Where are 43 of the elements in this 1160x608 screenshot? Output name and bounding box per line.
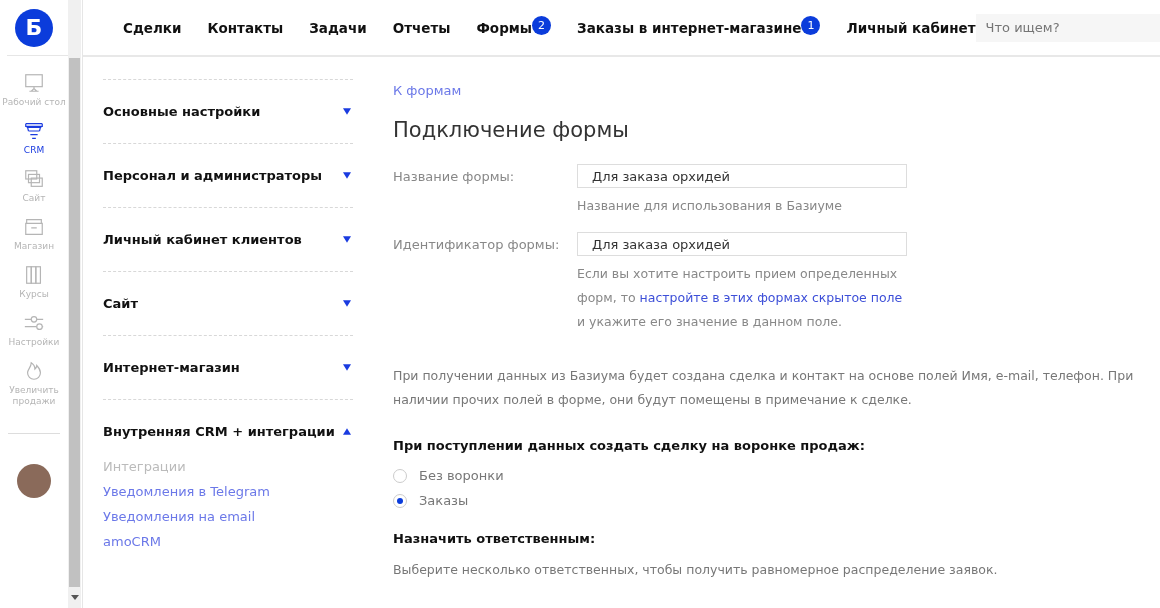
nav-link[interactable]: Контакты: [207, 19, 284, 36]
section-header[interactable]: Сайт: [103, 296, 353, 311]
back-link[interactable]: К формам: [393, 83, 462, 98]
windows-icon: [23, 168, 45, 190]
section-header[interactable]: Личный кабинет клиентов: [103, 232, 353, 247]
logo[interactable]: Б: [15, 8, 53, 47]
hidden-field-link[interactable]: настройте в этих формах скрытое поле: [639, 290, 903, 305]
field-label: Название формы:: [393, 168, 516, 186]
count-badge: 2: [532, 15, 552, 35]
section-header[interactable]: Интернет-магазин: [103, 360, 353, 375]
rail-item[interactable]: CRM: [0, 120, 68, 156]
funnel-icon: [23, 120, 45, 142]
section-header[interactable]: Персонал и администраторы: [103, 168, 353, 183]
page-title: Подключение формы: [393, 118, 629, 142]
text-field[interactable]: Для заказа орхидей: [577, 164, 907, 188]
section-header[interactable]: Основные настройки: [103, 104, 353, 119]
nav-link[interactable]: Формы: [476, 19, 533, 36]
settings-link[interactable]: Уведомления в Telegram: [103, 484, 353, 499]
field-label: Идентификатор формы:: [393, 236, 561, 254]
field-hint: Название для использования в Базиуме: [577, 197, 843, 215]
section-header[interactable]: Внутренняя CRM + интеграции: [103, 424, 353, 439]
nav-link[interactable]: Задачи: [309, 19, 367, 36]
settings-link[interactable]: Уведомления на email: [103, 509, 353, 524]
funnel-option[interactable]: Без воронки: [393, 463, 504, 488]
nav-link[interactable]: Заказы в интернет-магазине: [577, 19, 802, 36]
field-hint: Если вы хотите настроить прием определенных форм, то настройте в этих формах скрытое поле и укажите его значение в данном поле.: [577, 265, 904, 331]
info-text: При получении данных из Базиума будет создана сделка и контакт на основе полей Имя, e-mail, телефон. При наличии прочих полей в форме, они будут помещены в примечание к сделке.: [393, 367, 1135, 409]
count-badge: 1: [801, 15, 821, 35]
drawer-icon: [23, 216, 45, 238]
avatar-placeholder[interactable]: [17, 464, 51, 498]
monitor-icon: [23, 72, 45, 94]
funnel-option[interactable]: Заказы: [393, 488, 469, 513]
settings-link[interactable]: amoCRM: [103, 534, 353, 549]
section-heading: При поступлении данных создать сделку на воронке продаж:: [393, 438, 865, 453]
nav-link[interactable]: Отчеты: [392, 19, 451, 36]
scrollbar[interactable]: [68, 0, 81, 608]
text-field[interactable]: Для заказа орхидей: [577, 232, 907, 256]
nav-link[interactable]: Личный кабинет: [846, 19, 976, 36]
section-heading: Назначить ответственным:: [393, 531, 596, 546]
nav-link[interactable]: Сделки: [123, 19, 182, 36]
info-text: Выберите несколько ответственных, чтобы получить равномерное распределение заявок.: [393, 562, 998, 577]
scroll-down-icon[interactable]: [70, 595, 79, 600]
search-field[interactable]: Что ищем?: [975, 13, 1160, 42]
